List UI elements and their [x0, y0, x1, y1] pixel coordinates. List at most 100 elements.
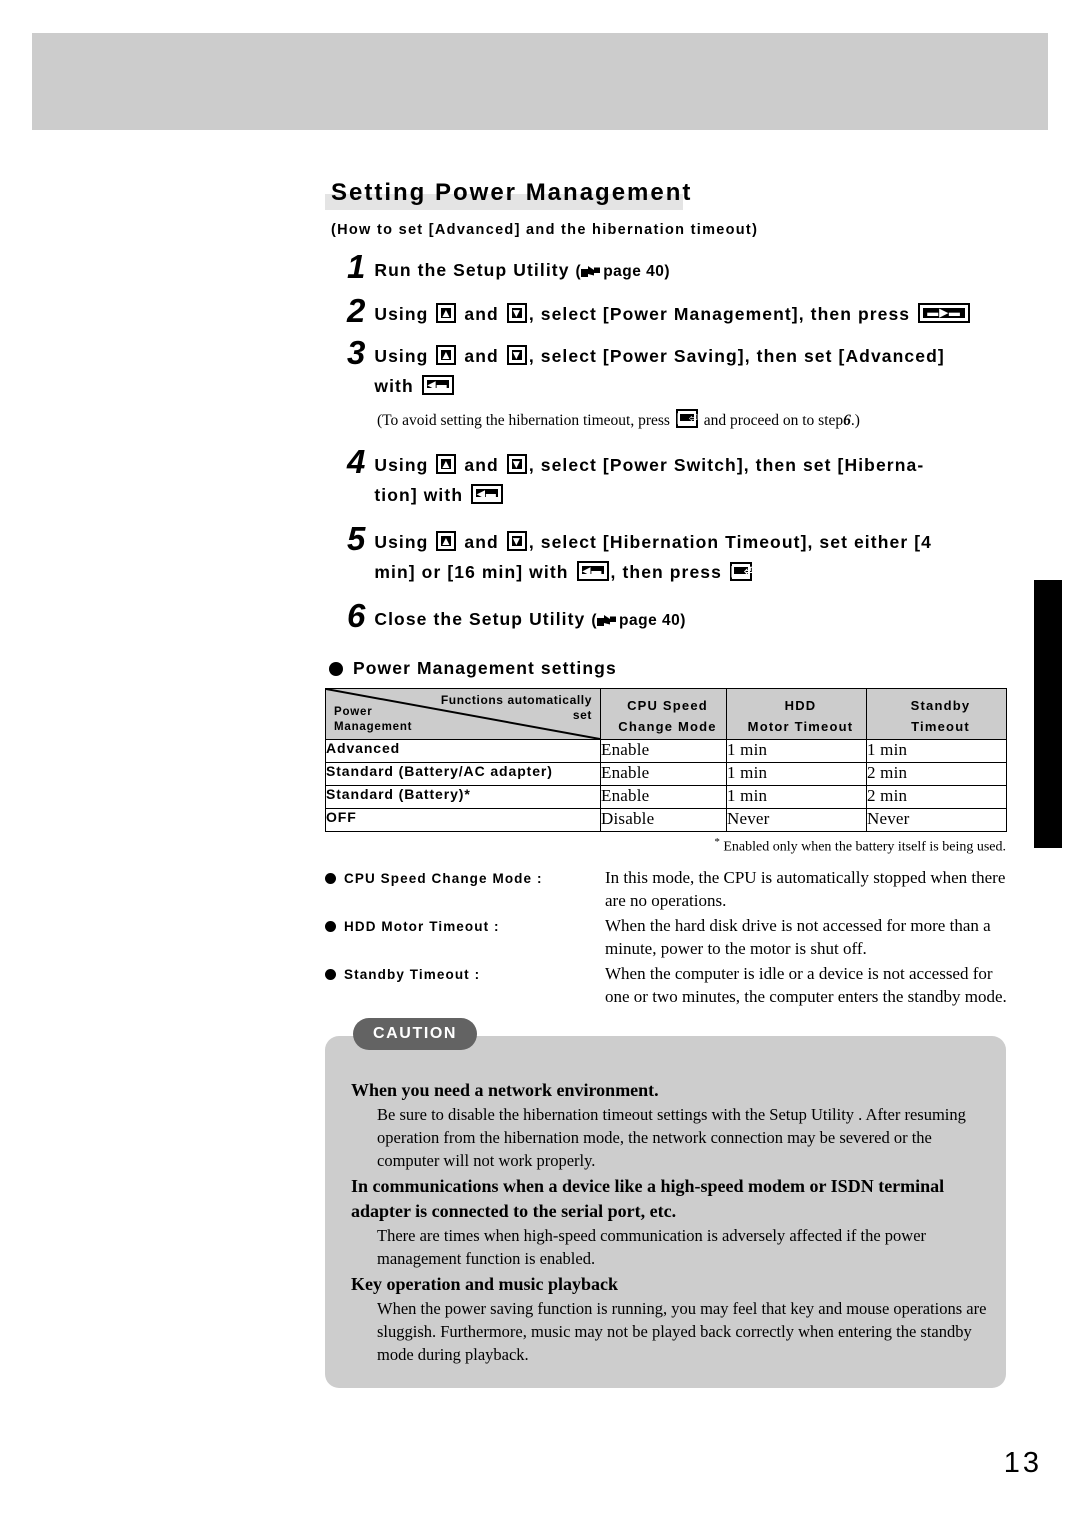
corner-bottom-line-1: Power — [334, 706, 373, 718]
definition-term-text: Standby Timeout : — [344, 966, 481, 982]
table-header-row: Functions automatically set Power Manage… — [325, 688, 1007, 740]
step-6-text: Close the Setup Utility (page 40) — [374, 601, 686, 636]
row-label: OFF — [325, 808, 601, 832]
definition-term: Standby Timeout : — [325, 962, 605, 985]
page-title-text: Setting Power Management — [331, 179, 693, 206]
step-5-using: Using — [374, 532, 429, 552]
enter-key-icon: ⎸⏎ — [675, 409, 698, 428]
hand-pointer-icon — [597, 608, 617, 626]
definition-term-text: CPU Speed Change Mode : — [344, 870, 543, 886]
table-footnote: * Enabled only when the battery itself i… — [325, 836, 1006, 856]
page-content: Setting Power Management (How to set [Ad… — [325, 176, 1015, 1388]
step-note-b: and proceed on to step — [703, 412, 844, 429]
row-standby-value: 2 min — [866, 785, 1007, 809]
row-label: Standard (Battery/AC adapter) — [325, 762, 601, 786]
page-subtitle: (How to set [Advanced] and the hibernati… — [331, 222, 759, 238]
bullet-dot-icon — [329, 661, 343, 676]
space-key-icon: ▬▶▬ — [918, 303, 971, 323]
table-col-header-standby: Standby Timeout — [866, 688, 1007, 740]
enter-key-icon: ⎸⏎ — [729, 562, 753, 581]
col-hdd-line-1: HDD — [784, 698, 817, 713]
table-col-header-hdd: HDD Motor Timeout — [726, 688, 867, 740]
row-cpu-value: Enable — [600, 785, 727, 809]
power-management-table: Functions automatically set Power Manage… — [325, 688, 1007, 832]
down-arrow-key-icon: ▼ — [506, 303, 527, 323]
definition-description: When the computer is idle or a device is… — [605, 963, 1007, 1006]
table-header: Functions automatically set Power Manage… — [325, 688, 1007, 740]
caution-heading-3: Key operation and music playback — [351, 1273, 619, 1294]
up-arrow-key-icon: ▲ — [436, 531, 457, 551]
step-5: 5 Using ▲ and ▼, select [Hibernation Tim… — [325, 520, 1015, 587]
step-6: 6 Close the Setup Utility (page 40) — [325, 597, 1015, 636]
step-note-step-number: 6 — [843, 412, 851, 429]
row-hdd-value: Never — [726, 808, 867, 832]
row-label: Advanced — [325, 739, 601, 763]
corner-top-line-2: set — [572, 708, 592, 722]
step-6-number: 6 — [347, 597, 366, 634]
caution-heading-1: When you need a network environment. — [351, 1079, 659, 1100]
step-1-label: Run the Setup Utility — [374, 260, 570, 280]
table-corner-cell: Functions automatically set Power Manage… — [325, 688, 601, 740]
bullet-dot-icon — [325, 872, 336, 884]
step-2: 2 Using ▲ and ▼, select [Power Managemen… — [325, 294, 1015, 329]
definition-term-text: HDD Motor Timeout : — [344, 918, 500, 934]
table-corner-top-label: Functions automatically set — [392, 693, 592, 723]
caution-badge: CAUTION — [353, 1017, 478, 1050]
hand-pointer-icon — [581, 259, 601, 277]
table-row: Standard (Battery)* Enable 1 min 2 min — [325, 785, 1007, 809]
row-hdd-value: 1 min — [726, 785, 867, 809]
chapter-tab-marker — [1034, 580, 1062, 848]
step-4-number: 4 — [347, 443, 366, 480]
down-arrow-key-icon: ▼ — [506, 345, 527, 365]
step-1-pagelink: (page 40) — [576, 263, 671, 280]
definition-description: When the hard disk drive is not accessed… — [605, 915, 991, 958]
step-3-rest: , select [Power Saving], then set [Advan… — [528, 346, 945, 366]
step-1-number: 1 — [347, 248, 366, 285]
page-header-band — [32, 33, 1048, 130]
step-6-pagelink: (page 40) — [591, 612, 686, 629]
step-2-and: and — [464, 304, 499, 324]
bullet-dot-icon — [325, 968, 336, 980]
row-cpu-value: Disable — [600, 808, 727, 832]
footnote-text: Enabled only when the battery itself is … — [723, 839, 1006, 855]
caution-heading-2: In communications when a device like a h… — [351, 1175, 945, 1221]
step-6-label: Close the Setup Utility — [374, 609, 586, 629]
step-2-rest: , select [Power Management], then press — [528, 304, 911, 324]
step-4-using: Using — [374, 455, 429, 475]
row-label: Standard (Battery)* — [325, 785, 601, 809]
row-standby-value: 2 min — [866, 762, 1007, 786]
step-3: 3 Using ▲ and ▼, select [Power Saving], … — [325, 334, 1015, 401]
row-cpu-value: Enable — [600, 762, 727, 786]
definition-item: Standby Timeout : When the computer is i… — [325, 962, 1015, 1008]
step-5-text: Using ▲ and ▼, select [Hibernation Timeo… — [374, 524, 932, 587]
definition-item: CPU Speed Change Mode : In this mode, th… — [325, 866, 1015, 912]
step-4-and: and — [464, 455, 499, 475]
step-5-number: 5 — [347, 520, 366, 557]
definition-list: CPU Speed Change Mode : In this mode, th… — [325, 866, 1015, 1008]
esc-key-icon: ◀▬ — [421, 375, 454, 395]
step-note-c: .) — [850, 412, 860, 429]
down-arrow-key-icon: ▼ — [506, 531, 527, 551]
row-cpu-value: Enable — [600, 739, 727, 763]
col-cpu-line-2: Change Mode — [618, 719, 717, 734]
step-3-number: 3 — [347, 334, 366, 371]
table-col-header-cpu: CPU Speed Change Mode — [600, 688, 727, 740]
caution-body-2: There are times when high-speed communic… — [377, 1225, 927, 1268]
step-1-text: Run the Setup Utility (page 40) — [374, 252, 670, 287]
step-3-and: and — [464, 346, 499, 366]
caution-body-1: Be sure to disable the hibernation timeo… — [377, 1104, 966, 1170]
up-arrow-key-icon: ▲ — [436, 303, 457, 323]
bullet-dot-icon — [325, 920, 336, 932]
definition-term: HDD Motor Timeout : — [325, 914, 605, 937]
step-4-rest: , select [Power Switch], then set [Hiber… — [528, 455, 925, 475]
step-5-and: and — [464, 532, 499, 552]
corner-bottom-line-2: Management — [334, 721, 413, 733]
col-standby-line-2: Timeout — [911, 719, 970, 734]
caution-box: CAUTION When you need a network environm… — [325, 1017, 1006, 1388]
row-standby-value: Never — [866, 808, 1007, 832]
definition-description: In this mode, the CPU is automatically s… — [605, 867, 1006, 910]
footnote-marker: * — [714, 836, 720, 848]
row-hdd-value: 1 min — [726, 762, 867, 786]
table-body: Advanced Enable 1 min 1 min Standard (Ba… — [325, 739, 1007, 832]
step-6-page-label: page 40) — [619, 612, 686, 629]
